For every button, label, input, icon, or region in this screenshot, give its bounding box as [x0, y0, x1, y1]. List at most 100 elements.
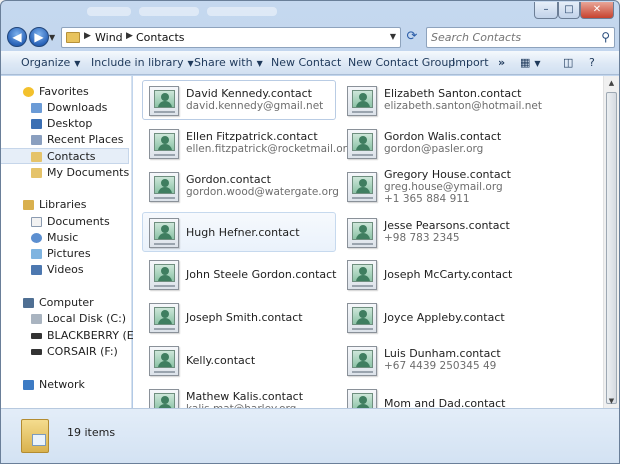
- navigation-row: ◀ ▶ ▼ ▶ Wind ▶ Contacts ▼ ⟳ ⚲: [1, 23, 619, 51]
- contact-detail: elizabeth.santon@hotmail.net: [384, 100, 542, 112]
- sidebar-item-contacts[interactable]: Contacts: [1, 148, 129, 164]
- computer-icon: [23, 298, 34, 308]
- search-box[interactable]: ⚲: [426, 27, 615, 48]
- contact-item[interactable]: Hugh Hefner.contact: [142, 212, 336, 252]
- breadcrumb-wind[interactable]: Wind: [95, 31, 123, 44]
- contact-name: Kelly.contact: [186, 354, 256, 367]
- contact-name: Joseph Smith.contact: [186, 311, 303, 324]
- scroll-down-icon[interactable]: ▼: [604, 394, 619, 408]
- contact-detail: +67 4439 250345 49: [384, 360, 497, 372]
- pictures-icon: [31, 249, 42, 259]
- sidebar-item-pictures[interactable]: Pictures: [1, 246, 129, 262]
- contact-file-icon: [347, 218, 377, 248]
- contact-item[interactable]: Gregory House.contact greg.house@ymail.or…: [340, 166, 534, 206]
- new-contact-button[interactable]: New Contact: [271, 56, 341, 69]
- more-commands-button[interactable]: »: [498, 56, 505, 69]
- search-input[interactable]: [431, 30, 591, 45]
- sidebar-item-downloads[interactable]: Downloads: [1, 100, 129, 116]
- details-pane: 19 items: [1, 408, 619, 463]
- new-contact-group-button[interactable]: New Contact Group: [348, 56, 455, 69]
- contact-detail: david.kennedy@gmail.net: [186, 100, 324, 112]
- sidebar-label: BLACKBERRY (E:): [47, 329, 142, 342]
- sidebar-item-videos[interactable]: Videos: [1, 262, 129, 278]
- sidebar-item-my-documents[interactable]: My Documents: [1, 165, 129, 181]
- music-icon: [31, 233, 42, 243]
- contact-item[interactable]: Jesse Pearsons.contact +98 783 2345: [340, 212, 534, 252]
- videos-icon: [31, 265, 42, 275]
- sidebar-label: Local Disk (C:): [47, 312, 127, 325]
- include-in-library-button[interactable]: Include in library ▼: [91, 56, 194, 69]
- help-icon[interactable]: ?: [589, 56, 595, 69]
- organize-label: Organize: [21, 56, 71, 69]
- scrollbar-thumb[interactable]: [606, 92, 617, 404]
- forward-button[interactable]: ▶: [29, 27, 49, 47]
- contact-file-icon: [347, 389, 377, 408]
- sidebar-label: Contacts: [47, 150, 96, 163]
- contact-item[interactable]: Gordon.contact gordon.wood@watergate.org: [142, 166, 339, 206]
- removable-drive-icon: [31, 349, 42, 355]
- contact-file-icon: [347, 172, 377, 202]
- contact-item[interactable]: Joseph McCarty.contact: [340, 254, 534, 294]
- title-ghost-1: [87, 7, 131, 16]
- sidebar-item-corsair-f[interactable]: CORSAIR (F:): [1, 344, 129, 360]
- sidebar-group-computer[interactable]: Computer: [1, 295, 129, 311]
- close-button[interactable]: ✕: [580, 2, 614, 19]
- sidebar-group-libraries[interactable]: Libraries: [1, 197, 129, 213]
- chevron-down-icon: ▼: [187, 59, 194, 68]
- maximize-button[interactable]: □: [558, 2, 580, 19]
- address-dropdown-icon[interactable]: ▼: [390, 32, 396, 41]
- contact-item[interactable]: Ellen Fitzpatrick.contact ellen.fitzpatri…: [142, 123, 353, 163]
- contact-detail: ellen.fitzpatrick@rocketmail.org: [186, 143, 354, 155]
- breadcrumb-contacts[interactable]: Contacts: [136, 31, 185, 44]
- search-icon[interactable]: ⚲: [601, 30, 610, 44]
- contact-item[interactable]: John Steele Gordon.contact: [142, 254, 337, 294]
- contact-detail: greg.house@ymail.org: [384, 181, 503, 193]
- scroll-up-icon[interactable]: ▲: [604, 76, 619, 90]
- sidebar-item-local-disk-c[interactable]: Local Disk (C:): [1, 311, 129, 327]
- contact-item[interactable]: Kelly.contact: [142, 340, 336, 380]
- preview-pane-icon[interactable]: ◫: [563, 56, 573, 69]
- address-bar[interactable]: ▶ Wind ▶ Contacts ▼: [61, 27, 401, 48]
- back-button[interactable]: ◀: [7, 27, 27, 47]
- explorer-window: – □ ✕ ◀ ▶ ▼ ▶ Wind ▶ Contacts ▼ ⟳ ⚲ Orga…: [0, 0, 620, 464]
- contact-detail: gordon.wood@watergate.org: [186, 186, 339, 198]
- contact-name: Gregory House.contact: [384, 168, 511, 181]
- share-with-button[interactable]: Share with ▼: [194, 56, 263, 69]
- minimize-button[interactable]: –: [534, 2, 558, 19]
- contact-item[interactable]: Luis Dunham.contact +67 4439 250345 49: [340, 340, 534, 380]
- sidebar-item-desktop[interactable]: Desktop: [1, 116, 129, 132]
- refresh-icon[interactable]: ⟳: [403, 29, 421, 46]
- command-bar: Organize ▼ Include in library ▼ Share with…: [1, 51, 619, 75]
- view-options-icon[interactable]: ▦ ▼: [520, 56, 541, 69]
- sidebar-label: Desktop: [47, 117, 93, 130]
- contact-item[interactable]: Elizabeth Santon.contact elizabeth.santon…: [340, 80, 542, 120]
- contact-item[interactable]: David Kennedy.contact david.kennedy@gmail…: [142, 80, 336, 120]
- contact-name: Gordon.contact: [186, 173, 271, 186]
- share-label: Share with: [194, 56, 253, 69]
- sidebar-item-documents[interactable]: Documents: [1, 214, 129, 230]
- import-button[interactable]: Import: [452, 56, 489, 69]
- sidebar-item-music[interactable]: Music: [1, 230, 129, 246]
- history-dropdown-icon[interactable]: ▼: [49, 33, 55, 42]
- contacts-folder-icon: [31, 152, 42, 162]
- contact-name: Ellen Fitzpatrick.contact: [186, 130, 318, 143]
- contact-item[interactable]: Mathew Kalis.contactkalis.mat@harley.org: [142, 383, 336, 408]
- breadcrumb-separator-icon[interactable]: ▶: [126, 31, 133, 41]
- vertical-scrollbar[interactable]: ▲ ▼: [603, 76, 619, 408]
- contact-file-icon: [347, 303, 377, 333]
- sidebar-label: Music: [47, 231, 79, 244]
- organize-button[interactable]: Organize ▼: [21, 56, 80, 69]
- sidebar-group-network[interactable]: Network: [1, 377, 129, 393]
- contact-item[interactable]: Joyce Appleby.contact: [340, 297, 534, 337]
- contact-item[interactable]: Gordon Walis.contact gordon@pasler.org: [340, 123, 534, 163]
- contact-item[interactable]: Joseph Smith.contact: [142, 297, 336, 337]
- breadcrumb-separator-icon[interactable]: ▶: [84, 31, 91, 41]
- sidebar-item-blackberry-e[interactable]: BLACKBERRY (E:): [1, 328, 142, 344]
- folder-icon: [66, 32, 80, 43]
- contact-file-icon: [149, 389, 179, 408]
- sidebar-item-recent-places[interactable]: Recent Places: [1, 132, 129, 148]
- recent-places-icon: [31, 135, 42, 145]
- contact-item[interactable]: Mom and Dad.contact: [340, 383, 534, 408]
- chevron-down-icon: ▼: [256, 59, 263, 68]
- sidebar-group-favorites[interactable]: Favorites: [1, 84, 129, 100]
